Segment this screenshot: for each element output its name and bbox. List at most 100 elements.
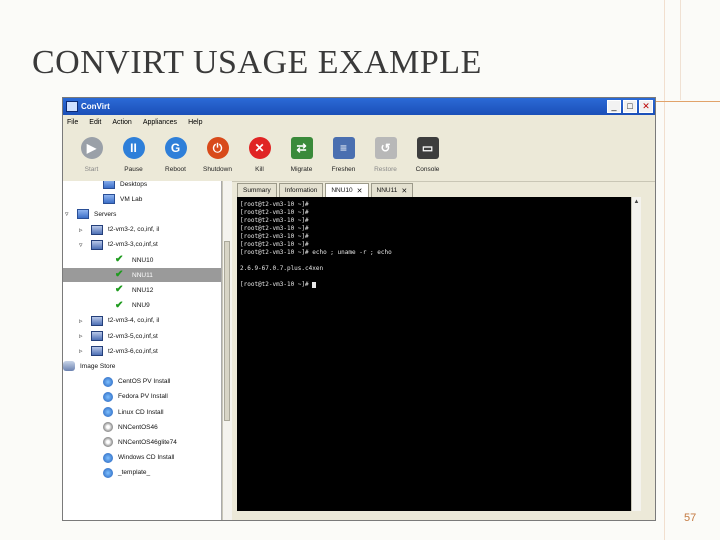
console-line: [root@t2-vm3-10 ~]#	[240, 225, 309, 232]
tree-item[interactable]: NNCentOS46glite74	[63, 435, 177, 449]
page-number: 57	[684, 512, 697, 524]
menu-appliances[interactable]: Appliances	[143, 119, 177, 126]
toolbar-label: Reboot	[165, 166, 186, 173]
tree-item[interactable]: ✔ NNU10	[63, 253, 153, 267]
tree-item-label: NNU9	[132, 302, 150, 310]
vm-console[interactable]: [root@t2-vm3-10 ~]# [root@t2-vm3-10 ~]# [r…	[237, 197, 631, 511]
collapse-icon[interactable]: ▿	[65, 210, 73, 218]
tab-nnu10[interactable]: NNU10 ✕	[325, 183, 369, 197]
folder-icon	[103, 194, 115, 205]
console-line: [root@t2-vm3-10 ~]#	[240, 209, 309, 216]
console-scrollbar[interactable]: ▲	[631, 197, 641, 511]
title-bar[interactable]: ConVirt _ □ ✕	[63, 98, 655, 115]
image-icon	[103, 467, 113, 478]
tree-item[interactable]: CentOS PV Install	[63, 375, 170, 389]
tree-item-label: t2-vm3-4, co,inf, il	[108, 317, 160, 325]
migrate-icon: ⇄	[290, 137, 313, 159]
tree-item-label: t2-vm3-6,co,inf,st	[108, 347, 158, 355]
console-line: [root@t2-vm3-10 ~]#	[240, 281, 628, 289]
expand-icon[interactable]: ▹	[79, 347, 87, 355]
tree-scroll-thumb[interactable]	[224, 241, 230, 421]
tab-label: NNU10	[331, 187, 353, 194]
toolbar-migrate-button[interactable]: ⇄ Migrate	[281, 129, 322, 173]
expand-icon[interactable]: ▹	[79, 226, 87, 234]
tree-item[interactable]: ✔ NNU12	[63, 283, 153, 297]
tree-item-label: Image Store	[80, 362, 116, 370]
tree-item-label: Windows CD Install	[118, 454, 175, 462]
toolbar-kill-button[interactable]: ✕ Kill	[239, 129, 280, 173]
menu-action[interactable]: Action	[112, 119, 131, 126]
tree-item[interactable]: ✔ NNU11	[63, 268, 221, 283]
scroll-up-icon[interactable]: ▲	[632, 197, 641, 207]
server-icon	[91, 346, 103, 357]
tree-item[interactable]: NNCentOS46	[63, 420, 158, 434]
tree-item[interactable]: Fedora PV Install	[63, 390, 168, 404]
tree-item-label: NNU12	[132, 286, 154, 294]
tree-item-label: t2-vm3-2, co,inf, il	[108, 226, 160, 234]
tree-scrollbar[interactable]	[222, 181, 232, 520]
tree-item[interactable]: Desktops	[63, 181, 147, 191]
decoration-vertical-line	[664, 0, 665, 540]
freshen-icon: ≡	[332, 137, 355, 159]
tree-item[interactable]: Windows CD Install	[63, 451, 174, 465]
menu-edit[interactable]: Edit	[89, 119, 101, 126]
minimize-button[interactable]: _	[607, 100, 621, 113]
toolbar-label: Freshen	[331, 166, 356, 173]
tree-item[interactable]: Linux CD Install	[63, 405, 164, 419]
tree-item[interactable]: ▹ t2-vm3-5,co,inf,st	[63, 329, 158, 343]
menu-file[interactable]: File	[67, 119, 78, 126]
tree-item[interactable]: ▹ t2-vm3-6,co,inf,st	[63, 344, 158, 358]
toolbar-start-button[interactable]: ▶ Start	[71, 129, 112, 173]
toolbar-shutdown-button[interactable]: ⏻ Shutdown	[197, 129, 238, 173]
tree-item-label: Fedora PV Install	[118, 393, 168, 401]
tab-summary[interactable]: Summary	[237, 183, 277, 197]
tree-item[interactable]: VM Lab	[63, 192, 142, 206]
tree-item-label: Servers	[94, 210, 117, 218]
tree-item[interactable]: _template_	[63, 466, 150, 480]
folder-icon	[77, 209, 89, 220]
tree-item[interactable]: ▿ t2-vm3-3,co,inf,st	[63, 238, 158, 252]
tab-close-icon[interactable]: ✕	[401, 187, 407, 195]
menu-help[interactable]: Help	[188, 119, 202, 126]
pause-icon: II	[122, 137, 145, 159]
collapse-icon[interactable]: ▿	[79, 241, 87, 249]
tab-label: NNU11	[376, 187, 398, 194]
tree-item[interactable]: ▿Image Store	[63, 359, 115, 373]
expand-icon[interactable]: ▹	[79, 332, 87, 340]
console-tabs: Summary Information NNU10 ✕ NNU11 ✕	[237, 183, 415, 197]
tree-item-label: t2-vm3-3,co,inf,st	[108, 241, 158, 249]
toolbar-label: Kill	[255, 166, 264, 173]
toolbar-freshen-button[interactable]: ≡ Freshen	[323, 129, 364, 173]
main-content: Desktops VM Lab ▿ Servers ▹ t2-vm3-2, co,inf,…	[63, 181, 655, 520]
toolbar-pause-button[interactable]: II Pause	[113, 129, 154, 173]
tree-item[interactable]: ▹ t2-vm3-4, co,inf, il	[63, 314, 159, 328]
restore-icon: ↺	[374, 137, 397, 159]
tab-close-icon[interactable]: ✕	[357, 187, 363, 195]
reboot-icon: G	[164, 137, 187, 159]
tree-item[interactable]: ▿ Servers	[63, 207, 116, 221]
tree-item-label: Desktops	[120, 181, 148, 188]
tree-item-label: NNU11	[132, 271, 153, 279]
tree-item[interactable]: ▹ t2-vm3-2, co,inf, il	[63, 223, 159, 237]
console-line: 2.6.9-67.0.7.plus.c4xen	[240, 265, 324, 272]
expand-icon[interactable]: ▹	[79, 317, 87, 325]
tree-item[interactable]: ✔ NNU9	[63, 299, 150, 313]
tree-item-label: Linux CD Install	[118, 408, 164, 416]
decoration-horizontal-line	[650, 101, 720, 102]
tab-information[interactable]: Information	[278, 183, 324, 197]
check-icon: ✔	[115, 284, 124, 296]
check-icon: ✔	[115, 254, 124, 265]
disc-icon	[103, 437, 113, 448]
server-icon	[91, 224, 103, 235]
close-button[interactable]: ✕	[639, 100, 653, 113]
toolbar-console-button[interactable]: ▭ Console	[407, 129, 448, 173]
check-icon: ✔	[115, 269, 124, 281]
tab-nnu11[interactable]: NNU11 ✕	[370, 183, 414, 197]
toolbar-restore-button[interactable]: ↺ Restore	[365, 129, 406, 173]
maximize-button[interactable]: □	[623, 100, 637, 113]
console-line: [root@t2-vm3-10 ~]#	[240, 201, 309, 208]
server-icon	[91, 331, 103, 341]
toolbar-reboot-button[interactable]: G Reboot	[155, 129, 196, 173]
